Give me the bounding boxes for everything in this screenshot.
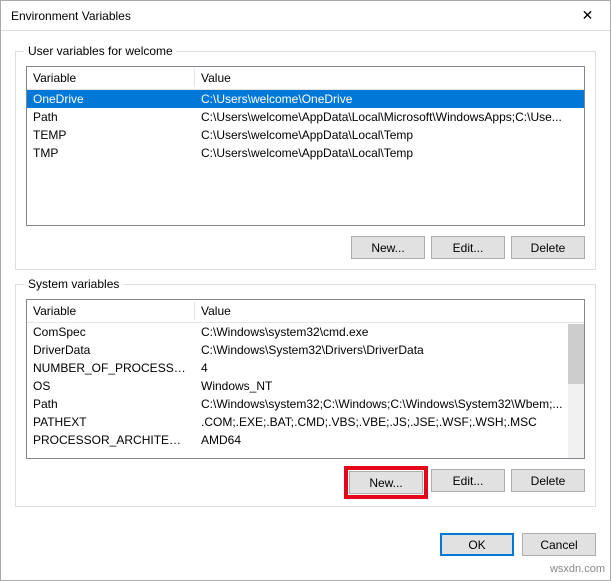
user-new-button[interactable]: New... [351, 236, 425, 259]
window-title: Environment Variables [11, 9, 131, 23]
col-variable[interactable]: Variable [27, 67, 195, 89]
cell-variable: OneDrive [27, 91, 195, 107]
cell-variable: TMP [27, 145, 195, 161]
system-variables-table[interactable]: Variable Value ComSpecC:\Windows\system3… [26, 299, 585, 459]
system-new-button[interactable]: New... [349, 471, 423, 494]
system-scrollbar[interactable] [568, 324, 584, 458]
cell-variable: Path [27, 109, 195, 125]
table-row[interactable]: PathC:\Windows\system32;C:\Windows;C:\Wi… [27, 395, 584, 413]
cell-value: C:\Users\welcome\AppData\Local\Temp [195, 127, 584, 143]
cell-value: C:\Windows\system32\cmd.exe [195, 324, 584, 340]
cell-value: C:\Windows\System32\Drivers\DriverData [195, 342, 584, 358]
cell-value: C:\Users\welcome\AppData\Local\Microsoft… [195, 109, 584, 125]
titlebar: Environment Variables ✕ [1, 1, 610, 31]
user-variables-table[interactable]: Variable Value OneDriveC:\Users\welcome\… [26, 66, 585, 226]
table-row[interactable]: TEMPC:\Users\welcome\AppData\Local\Temp [27, 126, 584, 144]
cell-value: C:\Windows\system32;C:\Windows;C:\Window… [195, 396, 584, 412]
watermark: wsxdn.com [550, 563, 605, 575]
cell-value: Windows_NT [195, 378, 584, 394]
user-variables-group: User variables for welcome Variable Valu… [15, 51, 596, 270]
table-row[interactable]: OneDriveC:\Users\welcome\OneDrive [27, 90, 584, 108]
cell-variable: NUMBER_OF_PROCESSORS [27, 360, 195, 376]
col-value[interactable]: Value [195, 67, 584, 89]
cell-variable: TEMP [27, 127, 195, 143]
cell-variable: ComSpec [27, 324, 195, 340]
cell-variable: OS [27, 378, 195, 394]
scrollbar-thumb[interactable] [568, 324, 584, 384]
user-variables-legend: User variables for welcome [24, 44, 177, 58]
cell-value: .COM;.EXE;.BAT;.CMD;.VBS;.VBE;.JS;.JSE;.… [195, 414, 584, 430]
col-value[interactable]: Value [195, 300, 584, 322]
cell-value: 4 [195, 360, 584, 376]
system-variables-legend: System variables [24, 277, 123, 291]
table-row[interactable]: NUMBER_OF_PROCESSORS4 [27, 359, 584, 377]
table-row[interactable]: DriverDataC:\Windows\System32\Drivers\Dr… [27, 341, 584, 359]
table-row[interactable]: TMPC:\Users\welcome\AppData\Local\Temp [27, 144, 584, 162]
cell-variable: PATHEXT [27, 414, 195, 430]
table-row[interactable]: ComSpecC:\Windows\system32\cmd.exe [27, 323, 584, 341]
cell-variable: DriverData [27, 342, 195, 358]
table-row[interactable]: OSWindows_NT [27, 377, 584, 395]
cancel-button[interactable]: Cancel [522, 533, 596, 556]
cell-variable: PROCESSOR_ARCHITECTURE [27, 432, 195, 448]
system-delete-button[interactable]: Delete [511, 469, 585, 492]
col-variable[interactable]: Variable [27, 300, 195, 322]
table-row[interactable]: PathC:\Users\welcome\AppData\Local\Micro… [27, 108, 584, 126]
highlight-marker: New... [347, 469, 425, 496]
table-row[interactable]: PROCESSOR_ARCHITECTUREAMD64 [27, 431, 584, 449]
user-edit-button[interactable]: Edit... [431, 236, 505, 259]
close-icon: ✕ [582, 7, 594, 24]
user-table-header: Variable Value [27, 67, 584, 90]
user-delete-button[interactable]: Delete [511, 236, 585, 259]
cell-value: AMD64 [195, 432, 584, 448]
ok-button[interactable]: OK [440, 533, 514, 556]
system-table-header: Variable Value [27, 300, 584, 323]
close-button[interactable]: ✕ [565, 1, 610, 31]
system-variables-group: System variables Variable Value ComSpecC… [15, 284, 596, 507]
cell-value: C:\Users\welcome\OneDrive [195, 91, 584, 107]
system-edit-button[interactable]: Edit... [431, 469, 505, 492]
cell-value: C:\Users\welcome\AppData\Local\Temp [195, 145, 584, 161]
cell-variable: Path [27, 396, 195, 412]
table-row[interactable]: PATHEXT.COM;.EXE;.BAT;.CMD;.VBS;.VBE;.JS… [27, 413, 584, 431]
